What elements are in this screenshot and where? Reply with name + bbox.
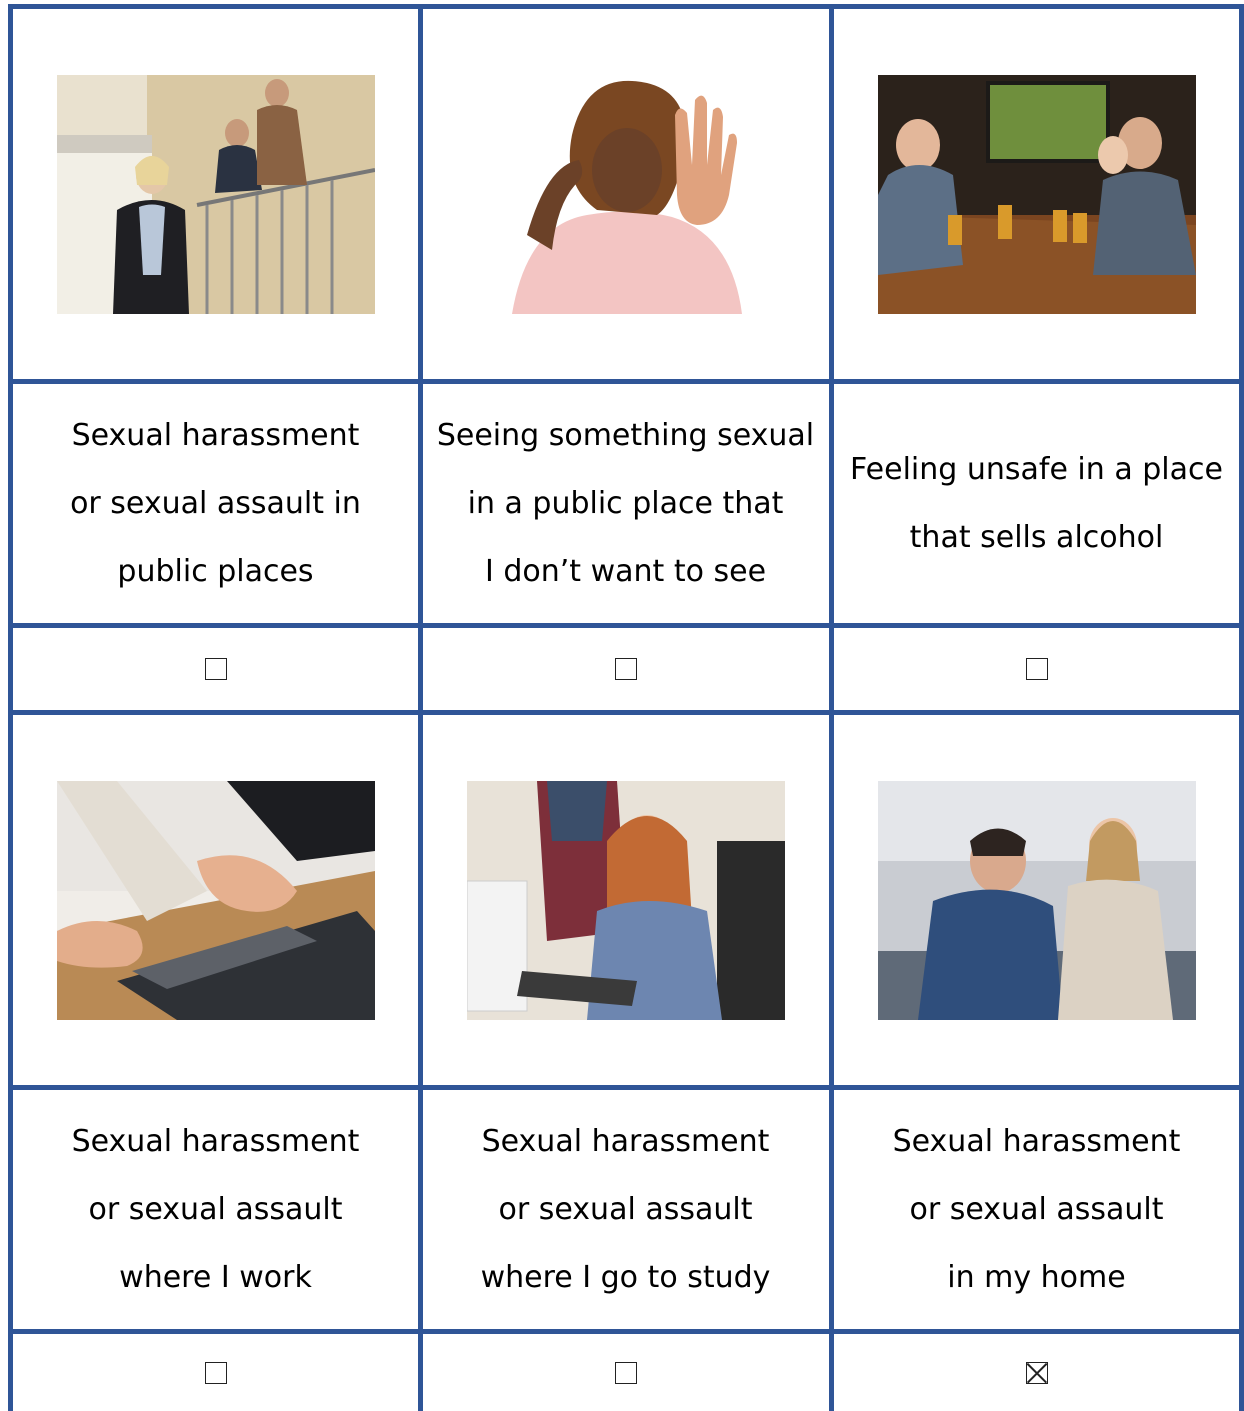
option-label: Seeing something sexual in a public plac…: [436, 417, 815, 589]
option-card: Feeling unsafe in a place that sells alc…: [834, 384, 1239, 623]
photo-hands-on-laptop: [56, 780, 375, 1020]
checkbox-cell: [834, 1334, 1239, 1411]
photo-woman-hand-up: [466, 74, 785, 314]
photo-cell: [834, 9, 1239, 379]
option-label: Sexual harassment or sexual assault wher…: [480, 1123, 771, 1295]
photo-couple-arguing: [877, 780, 1196, 1020]
photo-cell: [423, 9, 828, 379]
option-card: Sexual harassment or sexual assault wher…: [423, 1090, 828, 1329]
photo-cell: [423, 715, 828, 1085]
photo-public-harassment: [56, 74, 375, 314]
checkbox-cell: [423, 628, 828, 710]
photo-office-shoulder-touch: [466, 780, 785, 1020]
grid-line: [1239, 4, 1244, 1411]
option-card: Sexual harassment or sexual assault wher…: [13, 1090, 418, 1329]
photo-cell: [13, 9, 418, 379]
photo-cell: [13, 715, 418, 1085]
checkbox-cell: [13, 628, 418, 710]
checkbox-cell: [13, 1334, 418, 1411]
photo-bar-table: [877, 74, 1196, 314]
option-card: Sexual harassment or sexual assault in m…: [834, 1090, 1239, 1329]
option-checkbox[interactable]: [614, 1361, 637, 1384]
photo-cell: [834, 715, 1239, 1085]
option-checkbox[interactable]: [1025, 658, 1048, 680]
option-card: Sexual harassment or sexual assault in p…: [13, 384, 418, 623]
option-checkbox[interactable]: [614, 658, 637, 680]
option-label: Sexual harassment or sexual assault in m…: [892, 1123, 1181, 1295]
option-checkbox[interactable]: [1025, 1361, 1048, 1384]
option-checkbox[interactable]: [204, 658, 227, 680]
option-label: Sexual harassment or sexual assault wher…: [71, 1123, 360, 1295]
option-label: Sexual harassment or sexual assault in p…: [70, 417, 361, 589]
option-checkbox[interactable]: [204, 1361, 227, 1384]
option-card: Seeing something sexual in a public plac…: [423, 384, 828, 623]
option-label: Feeling unsafe in a place that sells alc…: [850, 451, 1223, 555]
checkbox-cell: [834, 628, 1239, 710]
checkbox-cell: [423, 1334, 828, 1411]
